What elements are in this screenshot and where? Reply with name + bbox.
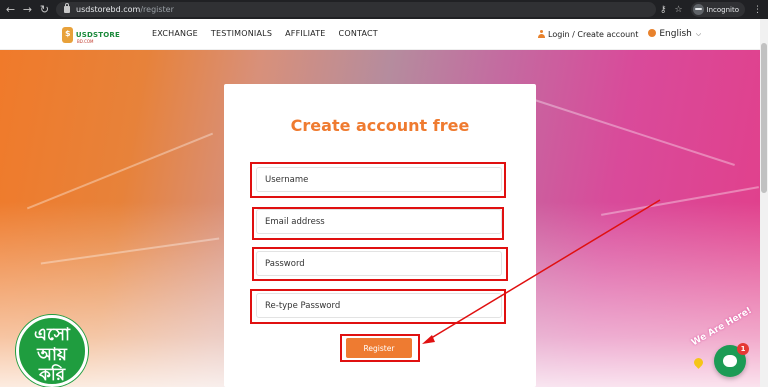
lock-icon [64,3,70,13]
incognito-icon [692,4,704,15]
menu-item-contact[interactable]: CONTACT [339,29,378,38]
promo-badge[interactable]: এসো আয় করি [16,315,88,387]
login-link[interactable]: Login / Create account [538,29,639,39]
menu-item-testimonials[interactable]: TESTIMONIALS [211,29,272,38]
incognito-label: Incognito [706,5,739,14]
language-label: English [659,29,692,39]
site-logo[interactable]: USDSTORE BD.COM [62,25,120,45]
forward-icon[interactable]: → [21,3,34,16]
reload-icon[interactable]: ↻ [38,3,51,16]
address-bar[interactable]: usdstorebd.com/register [56,2,656,17]
logo-sub: BD.COM [77,39,94,44]
promo-line-3: করি [38,365,66,385]
annotation-box-retype [250,289,506,324]
menu-item-affiliate[interactable]: AFFILIATE [285,29,325,38]
nav-right: Login / Create account English ⌵ [538,29,701,39]
browser-toolbar: ← → ↻ usdstorebd.com/register ⚷ ☆ Incogn… [0,0,768,19]
site-header: USDSTORE BD.COM EXCHANGE TESTIMONIALS AF… [0,19,760,50]
chevron-down-icon: ⌵ [695,30,702,38]
star-icon[interactable]: ☆ [674,5,682,15]
annotation-box-password [252,247,508,281]
login-label: Login / Create account [548,29,639,39]
annotation-box-username [250,162,506,198]
back-icon[interactable]: ← [4,3,17,16]
user-icon [538,29,545,38]
globe-icon [648,29,657,37]
language-selector[interactable]: English ⌵ [648,29,701,39]
scrollbar-thumb[interactable] [761,43,767,193]
menu-dots-icon[interactable]: ⋮ [753,5,762,15]
menu-item-exchange[interactable]: EXCHANGE [152,29,198,38]
chat-unread-count: 1 [737,343,749,355]
incognito-badge[interactable]: Incognito [690,2,745,17]
chat-bubble-icon [723,355,737,367]
main-menu: EXCHANGE TESTIMONIALS AFFILIATE CONTACT [152,29,378,38]
url-path: /register [140,5,174,14]
page-scrollbar[interactable] [760,19,768,387]
logo-text: USDSTORE [75,31,120,39]
register-button[interactable]: Register [346,338,412,358]
annotation-box-email [252,207,504,240]
logo-icon [62,27,73,43]
form-title: Create account free [290,116,470,135]
url-domain: usdstorebd.com [76,5,141,14]
key-icon[interactable]: ⚷ [660,5,667,15]
